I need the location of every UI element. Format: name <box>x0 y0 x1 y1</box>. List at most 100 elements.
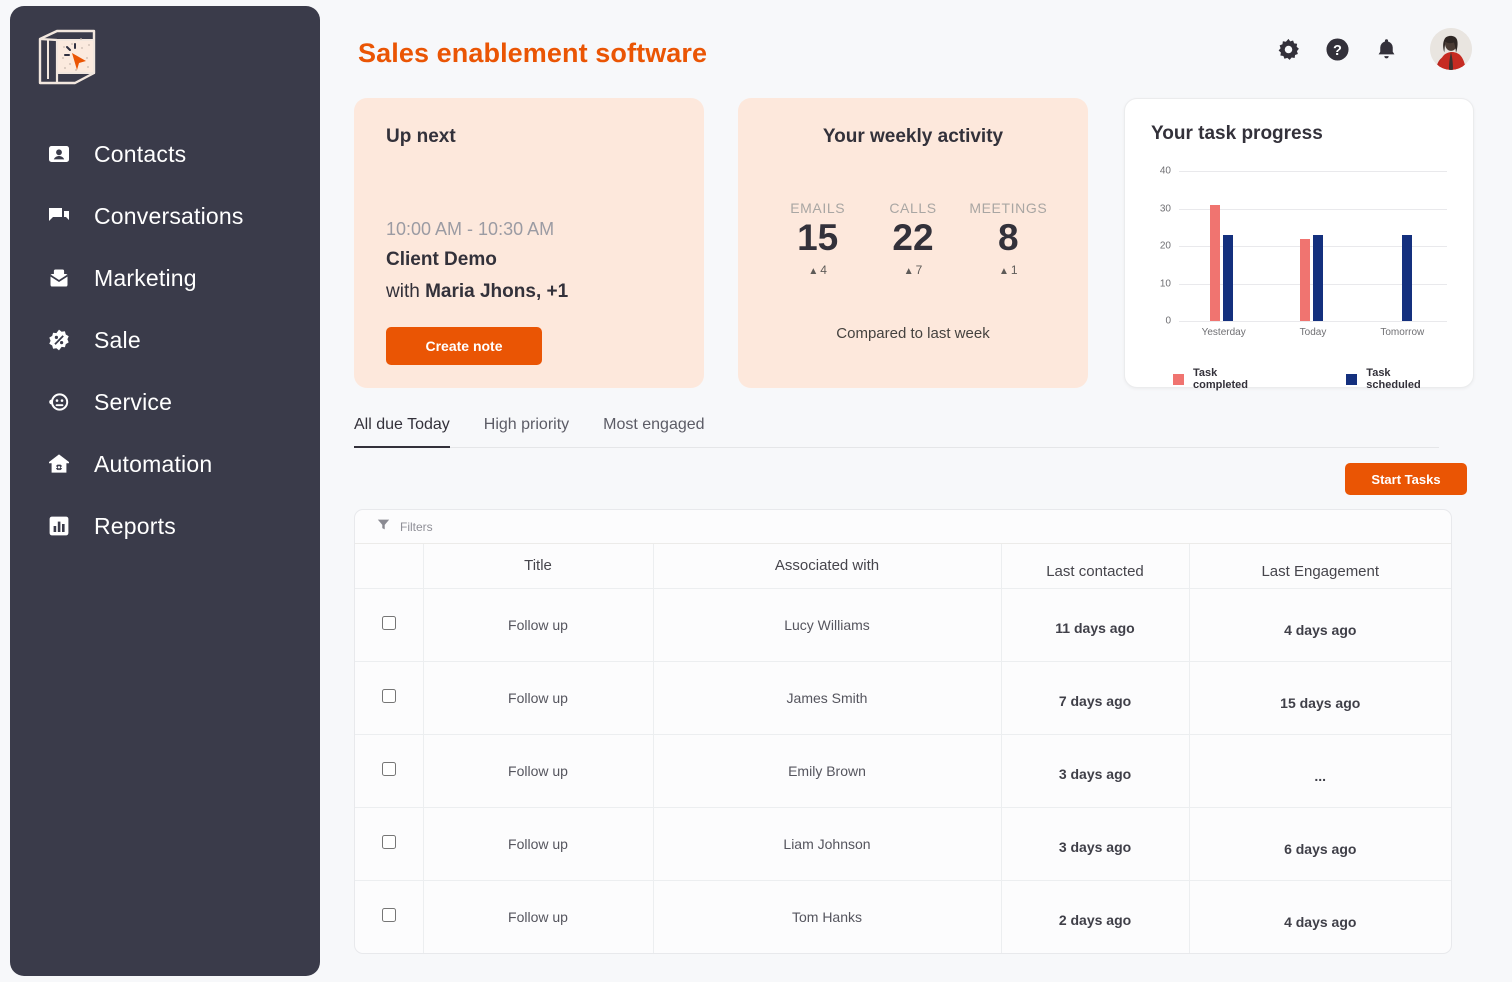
chart-y-tick: 30 <box>1145 203 1171 214</box>
table-row[interactable]: Follow upLucy Williams11 days ago4 days … <box>355 588 1451 661</box>
sidebar-item-label: Service <box>94 389 172 416</box>
legend-item-scheduled: Task scheduled <box>1346 367 1447 391</box>
avatar-image <box>1430 28 1472 70</box>
stat-calls: CALLS 22 ▲7 <box>865 200 960 277</box>
tab-high-priority[interactable]: High priority <box>484 416 603 447</box>
sidebar-item-sale[interactable]: Sale <box>10 309 320 371</box>
stat-emails: EMAILS 15 ▲4 <box>770 200 865 277</box>
row-checkbox[interactable] <box>382 762 396 776</box>
avatar[interactable] <box>1430 28 1472 70</box>
chart-y-tick: 20 <box>1145 241 1171 252</box>
table-row[interactable]: Follow upTom Hanks2 days ago4 days ago <box>355 880 1451 953</box>
cell-title: Follow up <box>423 734 653 807</box>
chart-gridline <box>1179 321 1447 322</box>
row-checkbox[interactable] <box>382 616 396 630</box>
table-row[interactable]: Follow upLiam Johnson3 days ago6 days ag… <box>355 807 1451 880</box>
summary-cards: Up next 10:00 AM - 10:30 AM Client Demo … <box>354 98 1474 388</box>
gear-icon[interactable] <box>1275 36 1301 62</box>
cell-last-contacted: 7 days ago <box>1001 661 1189 734</box>
legend-label: Task scheduled <box>1366 367 1447 391</box>
row-select-cell <box>355 880 423 953</box>
stat-delta-value: 1 <box>1011 263 1018 277</box>
cell-last-contacted: 11 days ago <box>1001 588 1189 661</box>
sidebar-item-contacts[interactable]: Contacts <box>10 123 320 185</box>
stat-delta: ▲7 <box>865 263 960 277</box>
sidebar-item-service[interactable]: Service <box>10 371 320 433</box>
sidebar-item-label: Marketing <box>94 265 197 292</box>
task-progress-card: Your task progress 010203040YesterdayTod… <box>1124 98 1474 388</box>
stat-delta: ▲4 <box>770 263 865 277</box>
cell-last-contacted: 3 days ago <box>1001 734 1189 807</box>
bell-icon[interactable] <box>1373 36 1399 62</box>
app-logo[interactable] <box>10 28 320 91</box>
cell-associated-with: Liam Johnson <box>653 807 1001 880</box>
stat-delta-value: 7 <box>916 263 923 277</box>
cell-title: Follow up <box>423 807 653 880</box>
sidebar-item-label: Reports <box>94 513 176 540</box>
task-filter-tabs: All due Today High priority Most engaged <box>354 416 1439 448</box>
legend-swatch-completed <box>1173 374 1184 385</box>
trend-up-icon: ▲ <box>999 266 1009 277</box>
tab-most-engaged[interactable]: Most engaged <box>603 416 738 447</box>
task-progress-chart: 010203040YesterdayTodayTomorrow <box>1179 171 1447 321</box>
chart-x-tick: Yesterday <box>1202 327 1246 338</box>
stat-value: 8 <box>961 219 1056 256</box>
filters-bar[interactable]: Filters <box>355 510 1451 544</box>
cell-last-engagement: 15 days ago <box>1189 661 1451 734</box>
stat-value: 22 <box>865 219 960 256</box>
up-next-people: Maria Jhons, +1 <box>425 281 568 302</box>
weekly-activity-footer: Compared to last week <box>770 325 1056 342</box>
funnel-icon <box>377 518 390 536</box>
trend-up-icon: ▲ <box>904 266 914 277</box>
sidebar-item-label: Contacts <box>94 141 186 168</box>
row-checkbox[interactable] <box>382 908 396 922</box>
chart-y-tick: 40 <box>1145 166 1171 177</box>
home-gear-icon <box>46 451 72 477</box>
cell-last-engagement: ... <box>1189 734 1451 807</box>
create-note-button[interactable]: Create note <box>386 327 542 365</box>
chart-x-tick: Tomorrow <box>1380 327 1424 338</box>
briefcase-icon <box>46 265 72 291</box>
cell-associated-with: Emily Brown <box>653 734 1001 807</box>
weekly-activity-stats: EMAILS 15 ▲4 CALLS 22 ▲7 MEETINGS 8 ▲1 <box>770 200 1056 277</box>
chart-bar-group <box>1389 171 1412 321</box>
header-actions: ? <box>1275 28 1472 70</box>
weekly-activity-card: Your weekly activity EMAILS 15 ▲4 CALLS … <box>738 98 1088 388</box>
up-next-time: 10:00 AM - 10:30 AM <box>386 219 672 240</box>
chat-bubbles-icon <box>46 203 72 229</box>
table-row[interactable]: Follow upEmily Brown3 days ago... <box>355 734 1451 807</box>
cell-associated-with: James Smith <box>653 661 1001 734</box>
cell-associated-with: Tom Hanks <box>653 880 1001 953</box>
help-icon[interactable]: ? <box>1324 36 1350 62</box>
start-tasks-button[interactable]: Start Tasks <box>1345 463 1467 495</box>
chart-x-tick: Today <box>1300 327 1327 338</box>
sidebar-item-automation[interactable]: Automation <box>10 433 320 495</box>
row-checkbox[interactable] <box>382 835 396 849</box>
chart-bar-group <box>1210 171 1233 321</box>
chart-y-tick: 10 <box>1145 278 1171 289</box>
column-header-title: Title <box>423 544 653 588</box>
stat-value: 15 <box>770 219 865 256</box>
sidebar-item-label: Conversations <box>94 203 244 230</box>
task-progress-title: Your task progress <box>1151 123 1447 145</box>
sidebar-item-marketing[interactable]: Marketing <box>10 247 320 309</box>
table-row[interactable]: Follow upJames Smith7 days ago15 days ag… <box>355 661 1451 734</box>
sidebar-item-conversations[interactable]: Conversations <box>10 185 320 247</box>
sidebar-item-reports[interactable]: Reports <box>10 495 320 557</box>
stat-delta: ▲1 <box>961 263 1056 277</box>
cell-last-engagement: 4 days ago <box>1189 880 1451 953</box>
chart-bar <box>1210 205 1220 321</box>
weekly-activity-title: Your weekly activity <box>770 126 1056 148</box>
row-checkbox[interactable] <box>382 689 396 703</box>
tasks-table: Title Associated with Last contacted Las… <box>355 544 1451 953</box>
tab-all-due-today[interactable]: All due Today <box>354 416 484 447</box>
app-root: Contacts Conversations Marketing Sale Se <box>0 0 1512 982</box>
up-next-title: Up next <box>386 126 672 148</box>
up-next-subject: Client Demo <box>386 249 672 271</box>
cell-title: Follow up <box>423 588 653 661</box>
column-header-last-engagement: Last Engagement <box>1189 544 1451 588</box>
sidebar: Contacts Conversations Marketing Sale Se <box>10 6 320 976</box>
table-header-row: Title Associated with Last contacted Las… <box>355 544 1451 588</box>
percent-badge-icon <box>46 327 72 353</box>
svg-text:?: ? <box>1333 42 1342 58</box>
